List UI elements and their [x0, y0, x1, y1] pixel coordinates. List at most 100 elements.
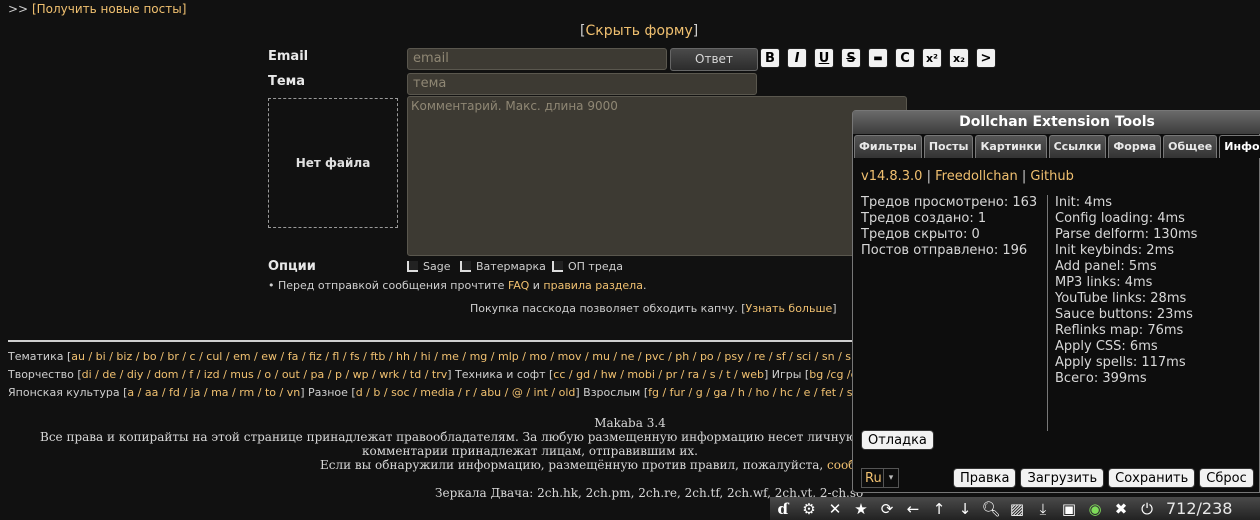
superscript-button[interactable]: x²	[922, 48, 942, 68]
checkbox-icon[interactable]	[460, 261, 471, 272]
separator: |	[1017, 169, 1031, 184]
option-watermark[interactable]: Ватермарка	[460, 260, 546, 273]
stats-divider	[1047, 195, 1048, 431]
subject-field[interactable]: тема	[407, 73, 757, 95]
option-sage-label: Sage	[423, 260, 451, 273]
subject-label: Тема	[268, 74, 306, 89]
board-links[interactable]: di / de / diy / dom / f / izd / mus / o …	[82, 368, 448, 381]
email-field[interactable]: email	[407, 48, 667, 70]
option-op[interactable]: ОП треда	[552, 260, 623, 273]
category-label: Японская культура [	[8, 386, 128, 399]
github-link[interactable]: Github	[1030, 169, 1074, 184]
download-icon[interactable]: ⤓	[1030, 498, 1056, 520]
save-icon[interactable]: ▣	[1056, 498, 1082, 520]
tab-filters[interactable]: Фильтры	[854, 135, 922, 158]
dollchan-toolbar: ɗ ⚙ ✕ ★ ⟳ ← ↑ ↓ 🔍︎ ▨ ⤓ ▣ ◉ ✖ ⏻ 712/238	[770, 497, 1260, 520]
report-text: Если вы обнаружили информацию, размещённ…	[320, 458, 828, 472]
tab-posts[interactable]: Посты	[923, 135, 974, 158]
arrow-up-icon[interactable]: ↑	[926, 498, 952, 520]
debug-button[interactable]: Отладка	[861, 430, 934, 450]
freedollchan-link[interactable]: Freedollchan	[935, 169, 1018, 184]
dollchan-panel: Dollchan Extension Tools Фильтры Посты К…	[852, 110, 1260, 493]
stat-viewed: Тредов просмотрено: 163	[861, 195, 1038, 210]
tab-images[interactable]: Картинки	[975, 135, 1047, 158]
category-label: ] Разное [	[300, 386, 356, 399]
stat-hidden: Тредов скрыто: 0	[861, 227, 980, 242]
magnifier-icon[interactable]: 🔍︎	[978, 498, 1004, 520]
tab-links[interactable]: Ссылки	[1048, 135, 1107, 158]
copyright-line-1: Все права и копирайты на этой странице п…	[40, 430, 895, 444]
board-links[interactable]: a / aa / fd / ja / ma / rm / to / vn	[127, 386, 300, 399]
timing-init: Init: 4ms	[1055, 195, 1113, 210]
refresh-icon[interactable]: ⟳	[874, 498, 900, 520]
tab-general[interactable]: Общее	[1163, 135, 1218, 158]
email-label: Email	[268, 49, 309, 64]
code-button[interactable]: C	[895, 48, 915, 68]
timing-total: Всего: 399ms	[1055, 371, 1147, 386]
faq-link[interactable]: FAQ	[508, 279, 529, 292]
chevron-down-icon: ▾	[883, 469, 898, 487]
panel-title: Dollchan Extension Tools	[853, 111, 1260, 134]
get-new-posts: >> [Получить новые посты]	[8, 2, 186, 16]
language-select[interactable]: Ru ▾	[861, 468, 899, 488]
category-label: Тематика [	[8, 350, 72, 363]
checkbox-icon[interactable]	[552, 261, 563, 272]
bracket: ]	[692, 23, 699, 39]
reply-button[interactable]: Ответ	[670, 48, 758, 71]
stat-created: Тредов создано: 1	[861, 211, 987, 226]
category-label: ] Игры [	[763, 368, 810, 381]
timing-youtube: YouTube links: 28ms	[1055, 291, 1187, 306]
version-line: v14.8.3.0 | Freedollchan | Github	[861, 169, 1074, 184]
hide-form-link[interactable]: Скрыть форму	[585, 23, 692, 39]
image-icon[interactable]: ▨	[1004, 498, 1030, 520]
strike-button[interactable]: S	[841, 48, 861, 68]
power-icon[interactable]: ⏻	[1134, 498, 1160, 520]
stat-posts-sent: Постов отправлено: 196	[861, 243, 1028, 258]
tab-info[interactable]: Инфо	[1219, 135, 1260, 158]
boards-line-2: Творчество [di / de / diy / dom / f / iz…	[8, 368, 853, 381]
get-new-posts-link[interactable]: [Получить новые посты]	[32, 2, 186, 16]
de-logo-icon[interactable]: ɗ	[770, 498, 796, 520]
reset-button[interactable]: Сброс	[1199, 468, 1254, 488]
tab-form[interactable]: Форма	[1108, 135, 1162, 158]
gear-icon[interactable]: ⚙	[796, 498, 822, 520]
comment-field[interactable]: Комментарий. Макс. длина 9000	[407, 96, 907, 256]
timing-keybinds: Init keybinds: 2ms	[1055, 243, 1175, 258]
passcode-notice: Покупка пасскода позволяет обходить капч…	[470, 302, 837, 315]
boards-line-1: Тематика [au / bi / biz / bo / br / c / …	[8, 350, 853, 363]
rules-link[interactable]: правила раздела	[543, 279, 643, 292]
board-links[interactable]: bg /cg /gb / mc /	[809, 368, 853, 381]
file-dropzone[interactable]: Нет файла	[268, 98, 398, 228]
rules-notice: • Перед отправкой сообщения прочтите FAQ…	[268, 279, 646, 292]
option-sage[interactable]: Sage	[407, 260, 450, 273]
option-watermark-label: Ватермарка	[476, 260, 546, 273]
rules-and: и	[529, 279, 544, 292]
passcode-link[interactable]: Узнать больше	[746, 302, 833, 315]
bold-button[interactable]: B	[760, 48, 780, 68]
subscript-button[interactable]: x₂	[949, 48, 969, 68]
edit-button[interactable]: Правка	[953, 468, 1017, 488]
spoiler-button[interactable]: ▬	[868, 48, 888, 68]
italic-button[interactable]: I	[787, 48, 807, 68]
board-links[interactable]: d / b / soc / media / r / abu / @ / int …	[356, 386, 576, 399]
arrow-left-icon[interactable]: ←	[900, 498, 926, 520]
star-icon[interactable]: ★	[848, 498, 874, 520]
board-links[interactable]: cc / gd / hw / mobi / pr / ra / s / t / …	[553, 368, 764, 381]
mute-icon[interactable]: ✖	[1108, 498, 1134, 520]
hide-form: [Скрыть форму]	[580, 23, 698, 39]
quote-button[interactable]: >	[976, 48, 996, 68]
board-links[interactable]: fg / fur / g / ga / h / ho / hc / e / fe…	[648, 386, 853, 399]
checkbox-icon[interactable]	[407, 261, 418, 272]
version-link[interactable]: v14.8.3.0	[861, 169, 922, 184]
underline-button[interactable]: U	[814, 48, 834, 68]
load-button[interactable]: Загрузить	[1020, 468, 1105, 488]
posts-counter: 712/238	[1166, 499, 1233, 518]
close-icon[interactable]: ✕	[822, 498, 848, 520]
eye-icon[interactable]: ◉	[1082, 498, 1108, 520]
category-label: Творчество [	[8, 368, 82, 381]
options-label: Опции	[268, 259, 316, 274]
board-links[interactable]: au / bi / biz / bo / br / c / cul / em /…	[71, 350, 853, 363]
save-button[interactable]: Сохранить	[1108, 468, 1196, 488]
rules-end: .	[642, 279, 647, 292]
arrow-down-icon[interactable]: ↓	[952, 498, 978, 520]
